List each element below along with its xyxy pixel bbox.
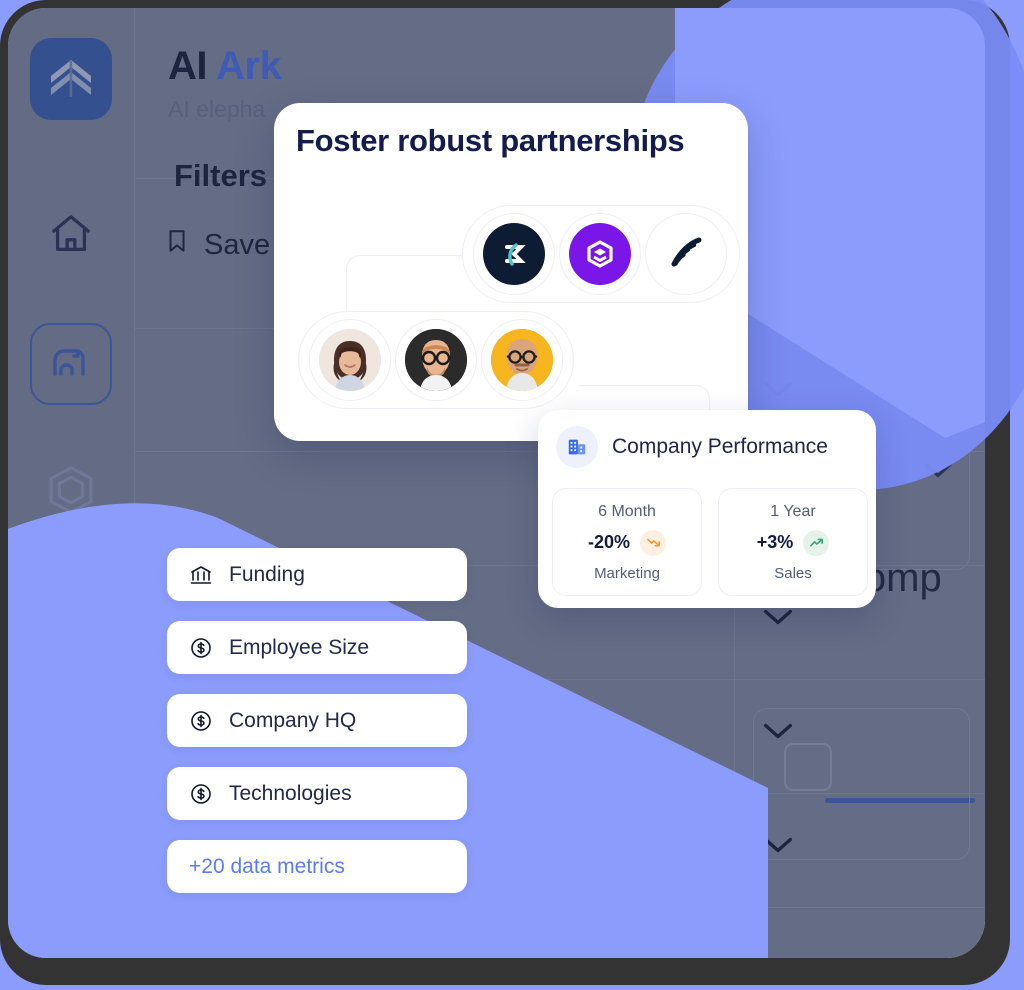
brand-subtitle: AI elepha — [168, 96, 266, 122]
filter-chip-more-metrics[interactable]: +20 data metrics — [167, 840, 467, 893]
avatar-woman[interactable] — [309, 319, 391, 401]
ark-chevron-logo-icon — [30, 38, 112, 120]
app-screen: AI Ark AI elepha Save Filters Comp Foste… — [8, 8, 985, 958]
bookmark-icon — [164, 226, 190, 264]
bank-icon — [189, 563, 213, 587]
device-frame: AI Ark AI elepha Save Filters Comp Foste… — [0, 0, 1024, 985]
dollar-circle-icon — [189, 782, 213, 806]
filter-chip-label: Funding — [229, 562, 305, 586]
partner-logo-waves[interactable] — [645, 213, 727, 295]
dollar-circle-icon — [189, 709, 213, 733]
performance-stat-1-year: 1 Year +3% Sales — [718, 488, 868, 596]
filter-chip-funding[interactable]: Funding — [167, 548, 467, 601]
stat-period: 1 Year — [770, 502, 816, 520]
partnerships-card: Foster robust partnerships — [274, 103, 748, 476]
save-button[interactable]: Save — [164, 226, 270, 264]
partner-logo-zeta[interactable] — [473, 213, 555, 295]
partnerships-card-title: Foster robust partnerships — [296, 123, 685, 158]
company-performance-stats: 6 Month -20% Marketing 1 Year +3% Sales — [552, 488, 868, 596]
company-performance-header: Company Performance — [556, 426, 828, 468]
home-icon — [48, 211, 94, 262]
partner-logo-hexagon[interactable] — [559, 213, 641, 295]
sidebar-item-elephant[interactable] — [8, 300, 134, 428]
page-title: AI Ark — [168, 44, 282, 89]
stat-department: Marketing — [594, 564, 660, 582]
avatar-man-bald[interactable] — [481, 319, 563, 401]
avatar-man-glasses[interactable] — [395, 319, 477, 401]
company-performance-card: Company Performance 6 Month -20% Marketi… — [538, 410, 876, 608]
arrow-trend-up-icon — [803, 529, 830, 556]
background-option-card[interactable] — [753, 708, 970, 860]
partner-logos-group — [462, 205, 740, 303]
filter-chip-technologies[interactable]: Technologies — [167, 767, 467, 820]
filter-chip-list: Funding Employee Size Company HQ Technol… — [167, 548, 467, 913]
arrow-trend-down-icon — [640, 529, 667, 556]
stat-value: -20% — [587, 532, 631, 552]
filters-title: Filters — [174, 158, 268, 193]
dollar-circle-icon — [189, 636, 213, 660]
company-performance-title: Company Performance — [612, 435, 828, 458]
performance-stat-6-month: 6 Month -20% Marketing — [552, 488, 702, 596]
avatars-group — [298, 311, 574, 409]
filter-chip-label: +20 data metrics — [189, 854, 345, 878]
filter-chip-label: Employee Size — [229, 635, 370, 659]
save-button-label: Save — [204, 228, 271, 261]
brand-name-accent: Ark — [216, 44, 282, 88]
stat-department: Sales — [774, 564, 812, 582]
stat-value: +3% — [756, 532, 794, 552]
brand-name-primary: AI — [168, 44, 208, 88]
filter-chip-company-hq[interactable]: Company HQ — [167, 694, 467, 747]
filter-chip-label: Technologies — [229, 781, 352, 805]
sidebar-item-home[interactable] — [8, 172, 134, 300]
elephant-icon — [49, 342, 93, 387]
office-building-icon — [556, 426, 598, 468]
filter-chip-label: Company HQ — [229, 708, 357, 732]
filter-chip-employee-size[interactable]: Employee Size — [167, 621, 467, 674]
checkbox[interactable] — [784, 743, 832, 791]
sidebar-item-elephant-active-frame — [30, 323, 112, 405]
stat-period: 6 Month — [598, 502, 656, 520]
